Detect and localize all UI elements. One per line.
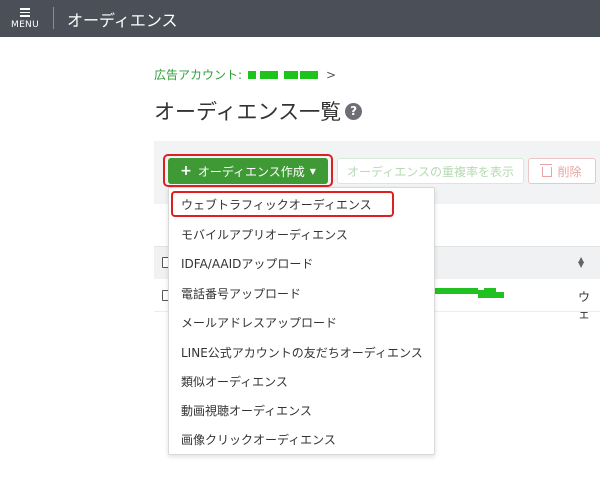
row-audience-type: ウェ [578, 290, 591, 321]
create-audience-dropdown: ウェブトラフィックオーディエンス モバイルアプリオーディエンス IDFA/AAI… [168, 187, 435, 455]
menu-label: MENU [11, 20, 39, 30]
menu-item-highlight [171, 191, 394, 217]
menu-button[interactable]: MENU [8, 3, 42, 35]
page-title: オーディエンス一覧 ? [154, 96, 363, 126]
plus-icon: + [180, 163, 192, 179]
menu-item-video-view[interactable]: 動画視聴オーディエンス [181, 402, 312, 419]
menu-item-lookalike[interactable]: 類似オーディエンス [181, 373, 288, 390]
menu-item-mobile-app[interactable]: モバイルアプリオーディエンス [181, 226, 348, 243]
show-overlap-button[interactable]: オーディエンスの重複率を表示 [337, 158, 524, 184]
hamburger-icon [20, 8, 30, 17]
breadcrumb-account-label[interactable]: 広告アカウント: [154, 66, 242, 83]
delete-button[interactable]: 削除 [528, 158, 596, 184]
menu-item-email-upload[interactable]: メールアドレスアップロード [181, 314, 337, 331]
breadcrumb[interactable]: 広告アカウント: > [154, 66, 336, 83]
menu-item-idfa-aaid-upload[interactable]: IDFA/AAIDアップロード [181, 255, 313, 272]
create-audience-label: オーディエンス作成 [197, 164, 305, 179]
chevron-right-icon: > [326, 67, 337, 82]
menu-item-line-friends[interactable]: LINE公式アカウントの友だちオーディエンス [181, 344, 423, 361]
menu-item-phone-upload[interactable]: 電話番号アップロード [181, 285, 301, 302]
sort-icon[interactable]: ▲ ▼ [578, 256, 584, 269]
page-title-text: オーディエンス一覧 [154, 100, 342, 124]
masked-audience-name [432, 286, 512, 300]
delete-label: 削除 [557, 164, 582, 179]
create-audience-button[interactable]: + オーディエンス作成 ▼ [168, 158, 328, 184]
app-title: オーディエンス [67, 11, 178, 30]
trash-icon [540, 164, 553, 177]
help-icon[interactable]: ? [345, 102, 363, 120]
menu-item-image-click[interactable]: 画像クリックオーディエンス [181, 431, 336, 448]
caret-down-icon: ▼ [309, 166, 316, 176]
masked-account-name [248, 70, 319, 79]
header-divider [53, 7, 54, 29]
top-bar: MENU オーディエンス [0, 0, 600, 37]
